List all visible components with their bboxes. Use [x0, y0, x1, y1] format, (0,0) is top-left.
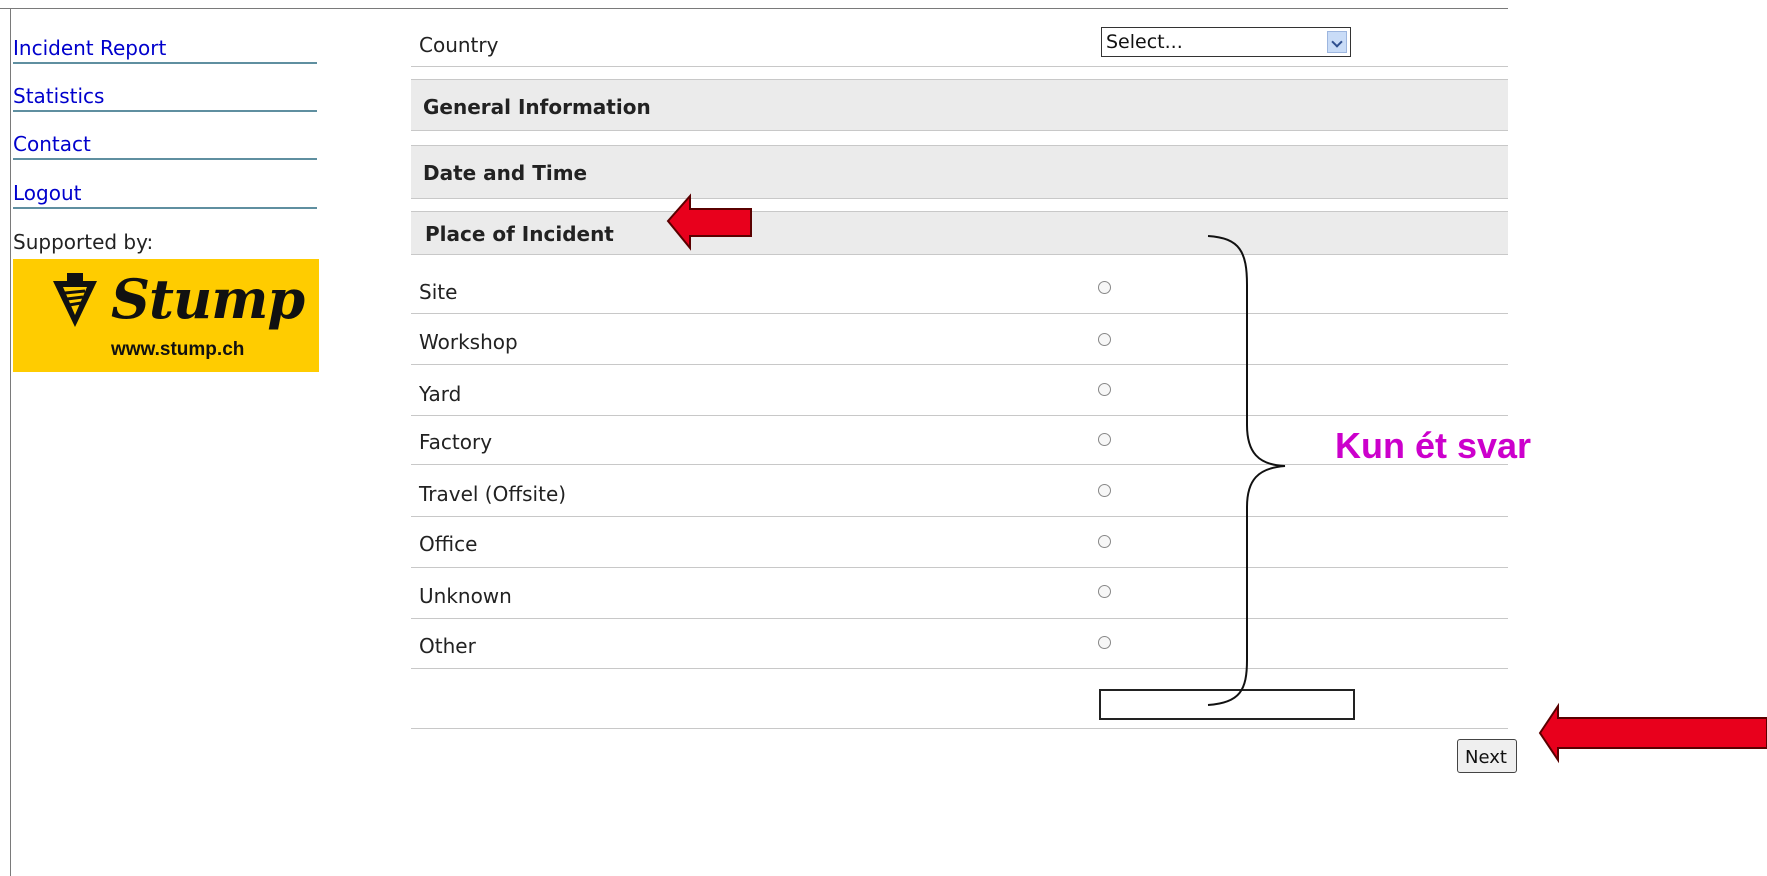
curly-brace-icon — [1207, 235, 1286, 706]
arrow-left-icon — [666, 193, 752, 251]
annotation-text: Kun ét svar — [1335, 425, 1532, 466]
arrow-left-icon — [1538, 702, 1767, 764]
